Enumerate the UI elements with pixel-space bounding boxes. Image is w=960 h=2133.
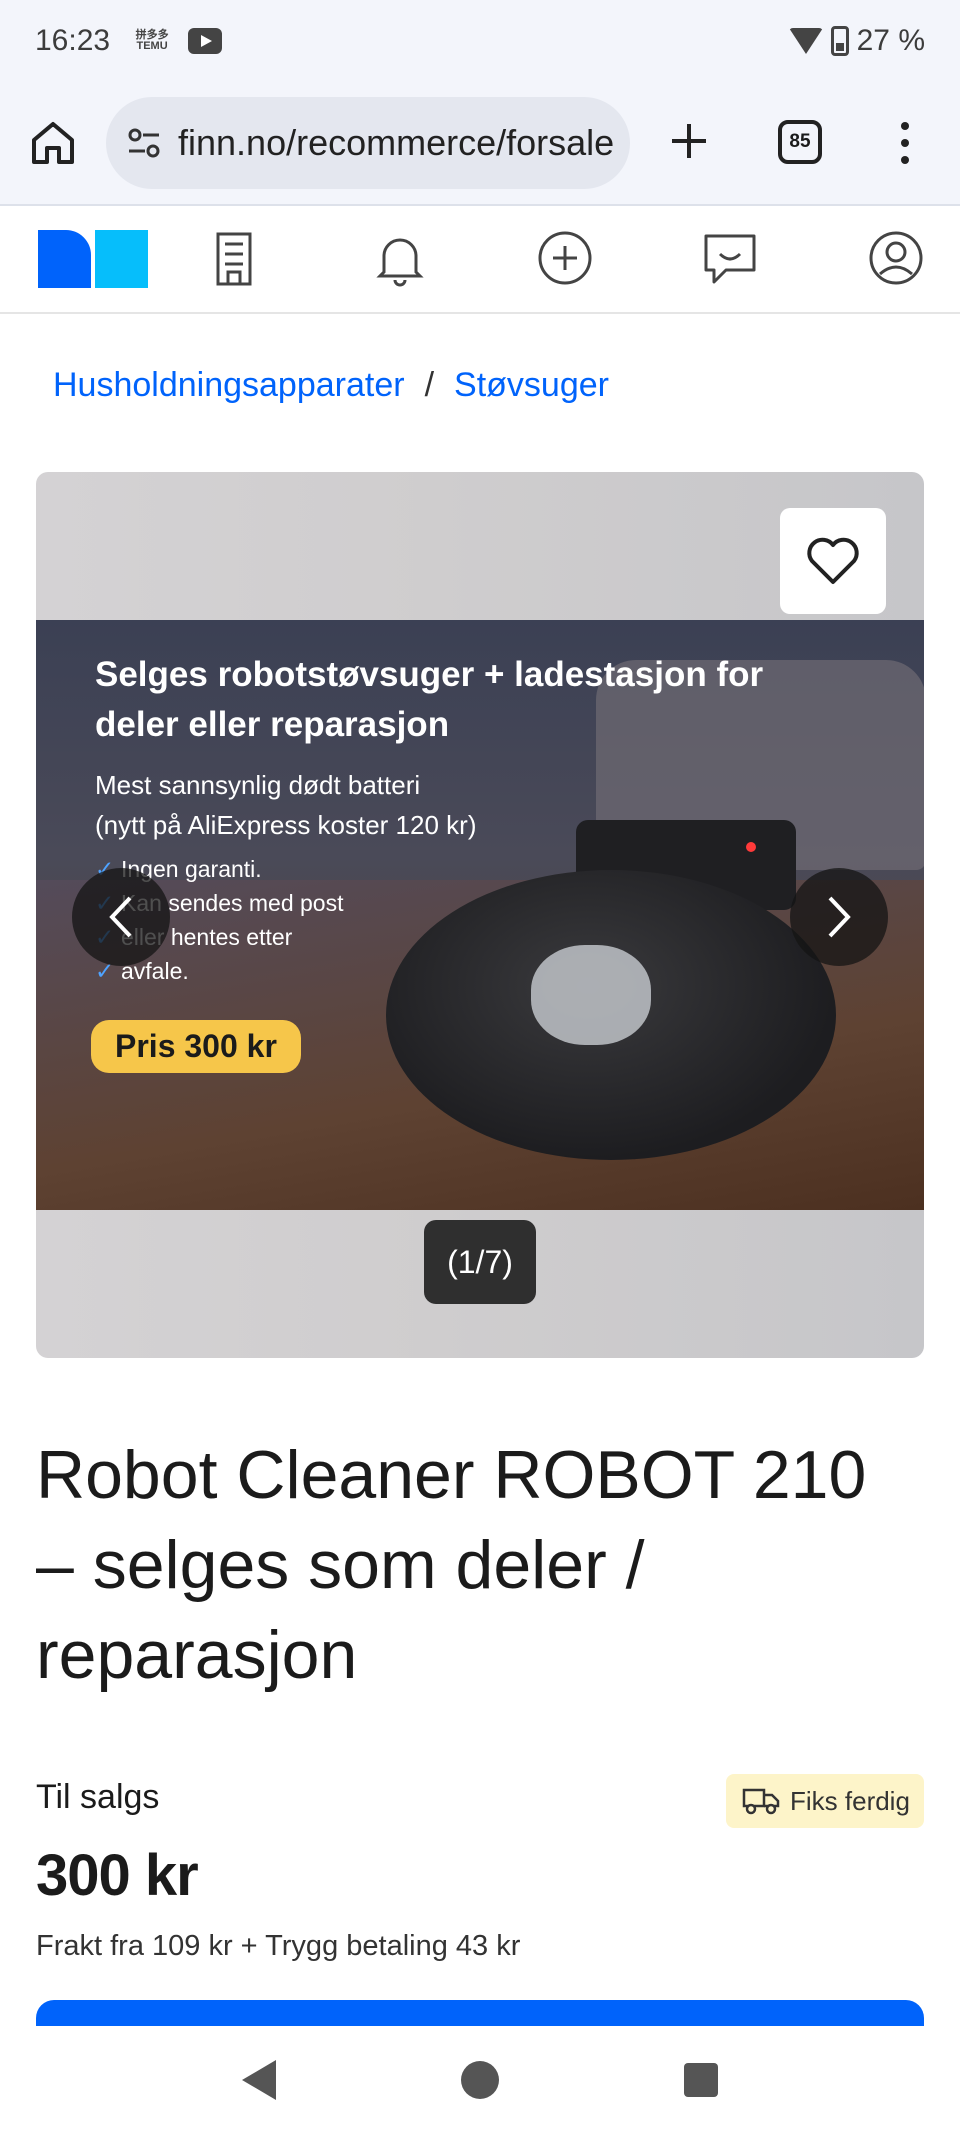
listing-status: Til salgs <box>36 1778 160 1816</box>
badge-label: Fiks ferdig <box>790 1785 910 1816</box>
system-navigation-bar <box>0 2026 960 2133</box>
chevron-right-icon <box>828 896 851 938</box>
photo-robot-vacuum <box>386 870 836 1160</box>
heart-icon <box>807 537 859 584</box>
home-circle-icon[interactable] <box>460 2060 499 2099</box>
home-icon[interactable] <box>28 118 78 168</box>
browser-menu-icon[interactable] <box>890 118 920 168</box>
breadcrumb: Husholdningsapparater / Støvsuger <box>53 366 609 405</box>
new-tab-icon[interactable] <box>664 116 714 166</box>
favorite-heart-button[interactable] <box>780 508 886 614</box>
breadcrumb-vacuum[interactable]: Støvsuger <box>454 366 609 405</box>
listing-price: 300 kr <box>36 1843 199 1908</box>
new-ad-plus-icon[interactable] <box>535 228 595 288</box>
messages-icon[interactable] <box>700 228 760 288</box>
battery-percent: 27 % <box>856 24 925 57</box>
delivery-truck-icon <box>742 1788 780 1815</box>
address-bar[interactable]: finn.no/recommerce/forsale <box>106 97 630 189</box>
listing-title: Robot Cleaner ROBOT 210 – selges som del… <box>36 1437 867 1693</box>
photo-headline: Selges robotstøvsuger + ladestasjon for … <box>95 655 764 744</box>
profile-avatar-icon[interactable] <box>866 228 926 288</box>
url-text: finn.no/recommerce/forsale <box>178 122 615 163</box>
tab-switcher-button[interactable]: 85 <box>778 120 822 164</box>
photo-price-pill: Pris 300 kr <box>91 1020 301 1073</box>
wifi-icon <box>788 28 823 54</box>
next-image-button[interactable] <box>790 868 888 966</box>
breadcrumb-household-appliances[interactable]: Husholdningsapparater <box>53 366 405 405</box>
company-building-icon[interactable] <box>204 228 264 288</box>
photo-subtext: Mest sannsynlig dødt batteri (nytt på Al… <box>95 770 477 840</box>
finn-logo[interactable] <box>38 230 148 288</box>
battery-icon <box>830 26 849 56</box>
recent-apps-icon[interactable] <box>683 2062 718 2097</box>
shipping-info: Frakt fra 109 kr + Trygg betaling 43 kr <box>36 1930 521 1962</box>
status-bar: 16:23 拼多多 TEMU 27 % <box>0 0 960 82</box>
browser-toolbar: finn.no/recommerce/forsale 85 <box>0 82 960 206</box>
back-icon[interactable] <box>242 2059 277 2100</box>
notifications-bell-icon[interactable] <box>370 228 430 288</box>
site-settings-icon[interactable] <box>126 125 162 161</box>
image-counter: (1/7) <box>424 1220 536 1304</box>
youtube-notification-icon <box>188 28 223 54</box>
site-nav <box>0 206 960 314</box>
image-gallery[interactable]: Selges robotstøvsuger + ladestasjon for … <box>36 472 924 1358</box>
status-time: 16:23 <box>35 24 111 57</box>
previous-image-button[interactable] <box>72 868 170 966</box>
fiks-ferdig-badge[interactable]: Fiks ferdig <box>726 1774 924 1828</box>
temu-notification-icon: 拼多多 TEMU <box>135 29 169 52</box>
breadcrumb-separator: / <box>424 366 435 404</box>
chevron-left-icon <box>109 896 132 938</box>
